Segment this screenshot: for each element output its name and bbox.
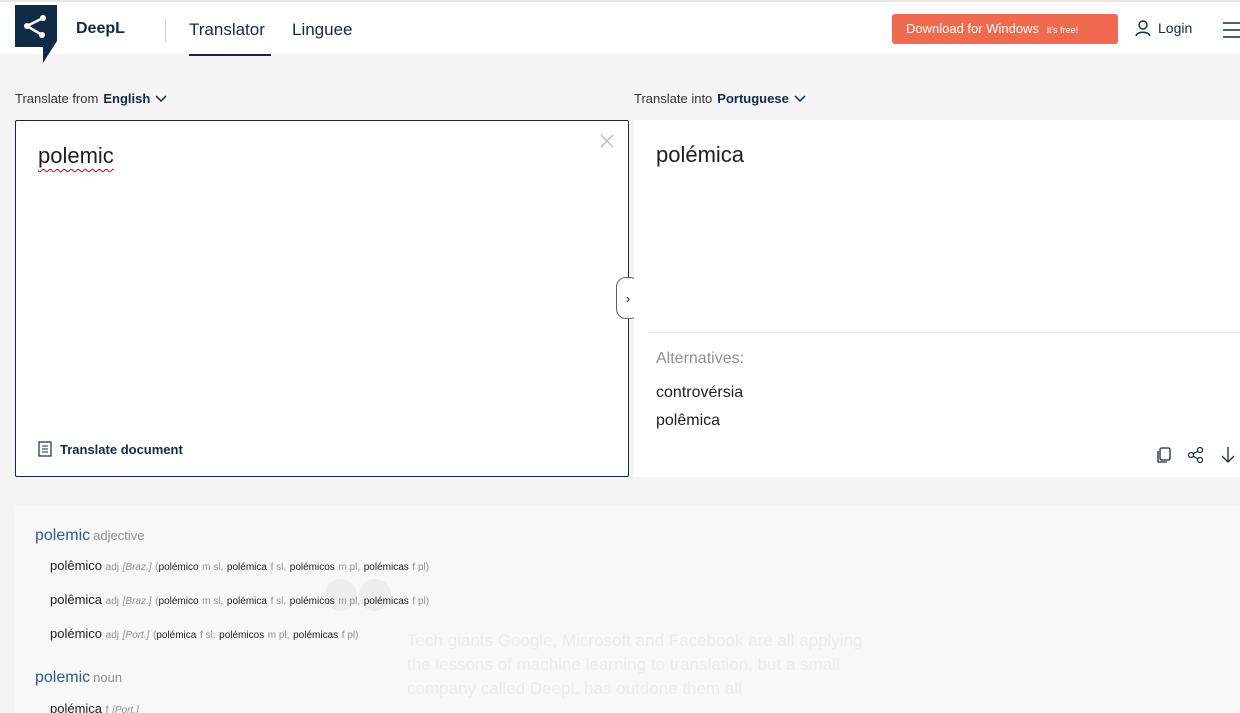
inflection-gram: f sl bbox=[199, 630, 213, 641]
target-language: Portuguese bbox=[717, 91, 789, 106]
sense-region: [Braz.] bbox=[122, 596, 152, 607]
headword-pos: noun bbox=[93, 670, 123, 685]
paren-close: ) bbox=[425, 596, 430, 607]
brand-name[interactable]: DeepL bbox=[76, 20, 125, 38]
sense-pos: f bbox=[105, 705, 109, 713]
background-promo-text: Tech giants Google, Microsoft and Facebo… bbox=[407, 631, 863, 698]
tab-translator[interactable]: Translator bbox=[189, 20, 265, 40]
dictionary-sense[interactable]: polêmica adj [Braz.] (polémico m sl, pol… bbox=[50, 592, 429, 607]
separator: , bbox=[212, 630, 216, 641]
headword-text: polemic bbox=[35, 669, 91, 686]
menu-icon[interactable] bbox=[1222, 20, 1240, 40]
sense-pos: adj bbox=[105, 630, 120, 641]
alternative-item[interactable]: polêmica bbox=[656, 412, 720, 430]
sense-pos: adj bbox=[105, 596, 120, 607]
active-tab-indicator bbox=[189, 54, 271, 56]
source-language-selector[interactable]: Translate from English bbox=[15, 91, 167, 106]
separator: , bbox=[283, 562, 287, 573]
inflection: polémicos bbox=[289, 596, 335, 607]
dictionary-headword[interactable]: polemic noun bbox=[35, 669, 122, 687]
download-label: Download for Windows bbox=[906, 21, 1039, 36]
login-label: Login bbox=[1158, 20, 1193, 36]
chevron-down-icon bbox=[155, 94, 167, 102]
sense-word: polémico bbox=[50, 626, 103, 641]
inflection-gram: f pl bbox=[412, 596, 426, 607]
separator: , bbox=[283, 596, 287, 607]
inflection: polémica bbox=[226, 596, 267, 607]
target-label-prefix: Translate into bbox=[634, 91, 713, 106]
paren-close: ) bbox=[355, 630, 359, 641]
document-icon bbox=[38, 441, 52, 457]
inflection-gram: m pl bbox=[267, 630, 287, 641]
paren-close: ) bbox=[425, 562, 430, 573]
sense-word: polêmica bbox=[50, 592, 103, 607]
sense-pos: adj bbox=[105, 562, 120, 573]
dictionary-sense[interactable]: polémica f [Port.] bbox=[50, 701, 139, 713]
alternatives-title: Alternatives: bbox=[656, 350, 745, 367]
login-button[interactable]: Login bbox=[1134, 17, 1192, 39]
dictionary-sense[interactable]: polêmico adj [Braz.] (polémico m sl, pol… bbox=[50, 558, 429, 573]
source-text[interactable]: polemic bbox=[38, 143, 114, 169]
download-windows-button[interactable]: Download for Windows it's free! bbox=[892, 14, 1118, 44]
inflection-gram: m sl bbox=[202, 596, 221, 607]
inflection: polémica bbox=[226, 562, 267, 573]
inflection: polémicos bbox=[219, 630, 265, 641]
inflection: polémica bbox=[156, 630, 197, 641]
inflection: polémicas bbox=[363, 596, 409, 607]
download-icon[interactable] bbox=[1218, 445, 1238, 465]
inflection-gram: f sl bbox=[270, 562, 284, 573]
source-textarea[interactable]: polemic Translate document bbox=[15, 120, 629, 477]
separator: , bbox=[286, 630, 290, 641]
target-toolbar bbox=[1154, 445, 1238, 465]
chevron-down-icon bbox=[794, 94, 806, 102]
inflection: polémicos bbox=[289, 562, 335, 573]
chevron-right-icon: › bbox=[625, 290, 631, 306]
inflection-gram: f pl bbox=[341, 630, 356, 641]
inflection-gram: m sl bbox=[202, 562, 221, 573]
source-language: English bbox=[103, 91, 151, 106]
headword-text: polemic bbox=[35, 527, 91, 544]
inflection: polémicas bbox=[293, 630, 339, 641]
alternatives-divider bbox=[648, 332, 1240, 333]
top-header: DeepL Translator Linguee Download for Wi… bbox=[0, 0, 1240, 63]
inflection: polémicas bbox=[363, 562, 409, 573]
alternative-item[interactable]: controvérsia bbox=[656, 384, 743, 402]
deepl-logo-icon[interactable] bbox=[15, 5, 57, 63]
tab-linguee[interactable]: Linguee bbox=[292, 20, 353, 40]
sense-region: [Braz.] bbox=[122, 562, 152, 573]
sense-region: [Port.] bbox=[122, 630, 150, 641]
headword-pos: adjective bbox=[93, 528, 145, 543]
inflection-gram: m pl bbox=[338, 596, 358, 607]
free-badge: it's free! bbox=[1046, 25, 1079, 35]
target-language-selector[interactable]: Translate into Portuguese bbox=[634, 91, 806, 106]
share-icon[interactable] bbox=[1186, 445, 1206, 465]
copy-icon[interactable] bbox=[1154, 445, 1174, 465]
sense-region: [Port.] bbox=[112, 705, 139, 713]
inflection-gram: f sl bbox=[270, 596, 284, 607]
inflection: polémico bbox=[158, 562, 199, 573]
translation-text[interactable]: polémica bbox=[656, 142, 744, 168]
sense-word: polêmico bbox=[50, 558, 103, 573]
header-divider bbox=[165, 18, 166, 42]
sense-word: polémica bbox=[50, 701, 103, 713]
inflection-gram: f pl bbox=[412, 562, 426, 573]
source-label-prefix: Translate from bbox=[15, 91, 99, 106]
translate-document-label: Translate document bbox=[60, 441, 183, 457]
user-icon bbox=[1135, 20, 1151, 37]
separator: , bbox=[357, 562, 361, 573]
dictionary-panel: Tech giants Google, Microsoft and Facebo… bbox=[15, 505, 1240, 713]
dictionary-headword[interactable]: polemic adjective bbox=[35, 527, 144, 545]
separator: , bbox=[220, 596, 224, 607]
translate-document-button[interactable]: Translate document bbox=[38, 441, 183, 457]
separator: , bbox=[357, 596, 361, 607]
separator: , bbox=[220, 562, 224, 573]
dictionary-sense[interactable]: polémico adj [Port.] (polémica f sl, pol… bbox=[50, 626, 358, 641]
inflection: polémico bbox=[158, 596, 199, 607]
target-panel: polémica Alternatives: controvérsia polê… bbox=[634, 120, 1240, 477]
close-icon[interactable] bbox=[599, 133, 615, 149]
inflection-gram: m pl bbox=[338, 562, 358, 573]
